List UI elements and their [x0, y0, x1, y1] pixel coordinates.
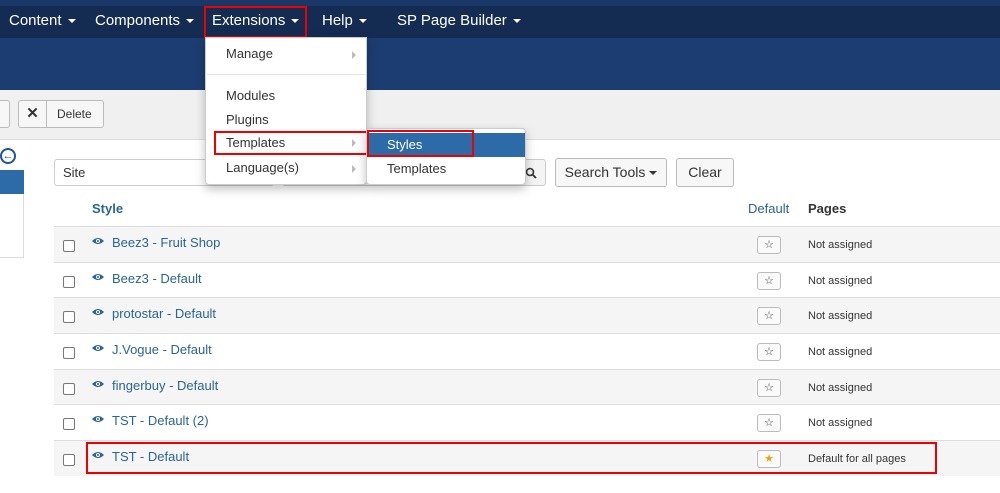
row-highlight-box [86, 442, 937, 474]
menu-item-modules[interactable]: Modules [206, 84, 366, 108]
chevron-right-icon [352, 139, 356, 147]
search-tools-button[interactable]: Search Tools [555, 158, 667, 187]
star-icon[interactable]: ☆ [757, 236, 781, 254]
eye-icon[interactable] [91, 379, 105, 389]
caret-down-icon [512, 19, 521, 24]
eye-icon[interactable] [91, 343, 105, 353]
row-checkbox[interactable] [63, 418, 75, 430]
star-icon[interactable]: ☆ [757, 272, 781, 290]
sidebar-item-active[interactable] [0, 170, 24, 194]
menu-item-plugins[interactable]: Plugins [206, 108, 366, 132]
delete-button[interactable]: ✕ Delete [18, 100, 104, 128]
menu-item-label: Templates [226, 135, 286, 150]
extensions-dropdown-menu: Manage Modules Plugins Templates Languag… [205, 37, 368, 185]
page-header [0, 38, 1000, 90]
pages-value: Not assigned [808, 275, 873, 287]
caret-down-icon [649, 171, 658, 176]
row-checkbox[interactable] [63, 276, 75, 288]
table-row: TST - Default (2) ☆ Not assigned [54, 404, 1000, 440]
nav-help-label: Help [322, 12, 353, 29]
caret-down-icon [67, 19, 76, 24]
pages-value: Not assigned [808, 346, 873, 358]
nav-extensions-label: Extensions [212, 12, 286, 29]
nav-content[interactable]: Content [3, 6, 82, 38]
star-icon[interactable]: ☆ [757, 414, 781, 432]
caret-down-icon [186, 19, 195, 24]
column-header-default[interactable]: Default [748, 201, 789, 216]
pages-value: Not assigned [808, 310, 873, 322]
table-row: protostar - Default ☆ Not assigned [54, 297, 1000, 333]
caret-down-icon [358, 19, 367, 24]
nav-extensions[interactable]: Extensions [204, 6, 308, 38]
nav-components[interactable]: Components [89, 6, 200, 38]
menu-item-label: Plugins [226, 112, 269, 127]
style-link[interactable]: protostar - Default [112, 306, 216, 321]
search-icon [525, 167, 537, 179]
row-checkbox[interactable] [63, 240, 75, 252]
eye-icon[interactable] [91, 236, 105, 246]
style-link[interactable]: Beez3 - Fruit Shop [112, 235, 220, 250]
eye-icon[interactable] [91, 414, 105, 424]
nav-components-label: Components [95, 12, 181, 29]
nav-sp-page-builder[interactable]: SP Page Builder [391, 6, 527, 38]
styles-highlight-box [367, 130, 474, 157]
eye-icon[interactable] [91, 272, 105, 282]
menu-item-label: Manage [226, 46, 273, 61]
star-icon[interactable]: ☆ [757, 379, 781, 397]
style-link[interactable]: TST - Default (2) [112, 413, 209, 428]
menu-item-manage[interactable]: Manage [206, 42, 366, 66]
pages-value: Not assigned [808, 417, 873, 429]
sidebar-toggle-icon[interactable]: ← [0, 148, 16, 164]
chevron-right-icon [352, 51, 356, 59]
column-header-pages: Pages [808, 201, 847, 216]
menu-item-label: Language(s) [226, 160, 299, 175]
table-row: J.Vogue - Default ☆ Not assigned [54, 333, 1000, 369]
search-tools-label: Search Tools [564, 164, 646, 180]
menu-item-languages[interactable]: Language(s) [206, 156, 366, 180]
menu-divider [207, 74, 365, 75]
toolbar-button-partial[interactable] [0, 100, 10, 128]
menu-item-templates[interactable]: Templates [214, 131, 368, 155]
row-checkbox[interactable] [63, 347, 75, 359]
nav-content-label: Content [9, 12, 62, 29]
nav-sp-page-builder-label: SP Page Builder [397, 12, 507, 29]
row-checkbox[interactable] [63, 383, 75, 395]
sidebar-panel [0, 194, 24, 258]
row-checkbox[interactable] [63, 311, 75, 323]
table-row: Beez3 - Default ☆ Not assigned [54, 262, 1000, 298]
submenu-item-templates[interactable]: Templates [367, 157, 525, 181]
nav-help[interactable]: Help [316, 6, 373, 38]
close-icon: ✕ [19, 101, 47, 127]
row-checkbox[interactable] [63, 454, 75, 466]
style-link[interactable]: J.Vogue - Default [112, 342, 212, 357]
chevron-right-icon [352, 165, 356, 173]
pages-value: Not assigned [808, 239, 873, 251]
column-header-style[interactable]: Style [92, 201, 123, 216]
star-icon[interactable]: ☆ [757, 307, 781, 325]
eye-icon[interactable] [91, 307, 105, 317]
style-link[interactable]: Beez3 - Default [112, 271, 202, 286]
pages-value: Not assigned [808, 382, 873, 394]
table-row: Beez3 - Fruit Shop ☆ Not assigned [54, 226, 1000, 262]
table-row: fingerbuy - Default ☆ Not assigned [54, 369, 1000, 405]
style-link[interactable]: fingerbuy - Default [112, 378, 218, 393]
delete-button-label: Delete [57, 107, 92, 121]
clear-button[interactable]: Clear [676, 158, 734, 187]
star-icon[interactable]: ☆ [757, 343, 781, 361]
caret-down-icon [291, 19, 300, 24]
menu-item-label: Modules [226, 88, 276, 103]
